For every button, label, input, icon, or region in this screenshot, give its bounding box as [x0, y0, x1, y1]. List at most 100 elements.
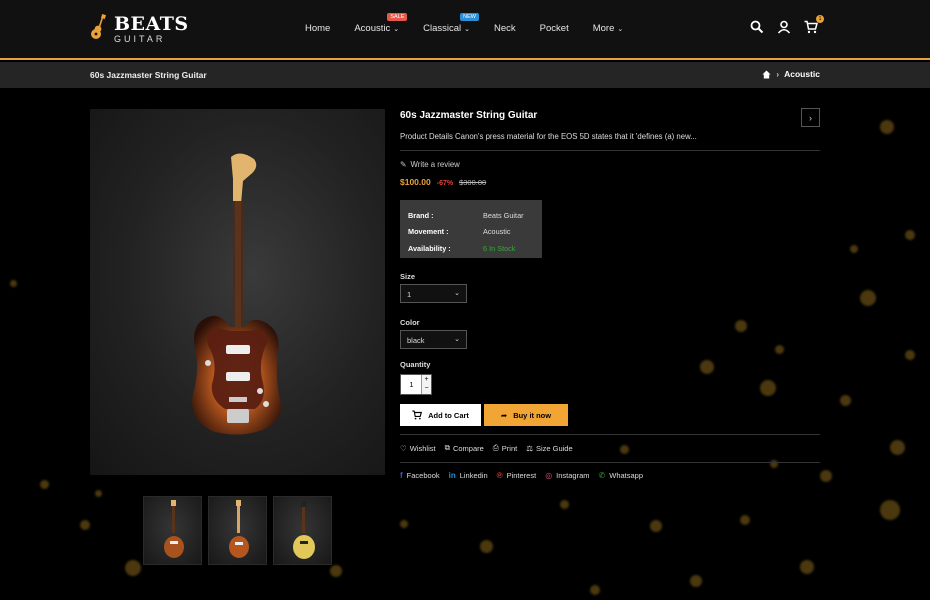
- sale-badge: Sale: [387, 13, 408, 21]
- buy-now-button[interactable]: ➦ Buy it now: [484, 404, 568, 426]
- product-details: 60s Jazzmaster String Guitar › Product D…: [400, 108, 820, 480]
- heart-icon: ♡: [400, 443, 407, 453]
- spec-row-movement: Movement : Acoustic: [408, 224, 534, 241]
- nav-home[interactable]: Home: [305, 23, 330, 34]
- next-product-button[interactable]: ›: [801, 108, 820, 127]
- electric-guitar-image: [192, 153, 281, 435]
- product-main-image[interactable]: [90, 109, 385, 475]
- thumbnail-3[interactable]: [273, 496, 332, 565]
- breadcrumb-bar: 60s Jazzmaster String Guitar › Acoustic: [0, 62, 930, 88]
- header-icons: 1: [750, 15, 824, 34]
- logo[interactable]: BEATS GUITAR: [88, 14, 189, 44]
- wishlist-label: Wishlist: [409, 443, 436, 453]
- guitar-logo-icon: [91, 14, 107, 39]
- share-facebook[interactable]: f Facebook: [400, 471, 440, 480]
- instagram-icon: ◎: [545, 471, 553, 480]
- facebook-label: Facebook: [406, 471, 440, 480]
- chevron-down-icon: ⌄: [454, 336, 460, 343]
- guitar-thumbnail-image: [164, 500, 184, 558]
- print-label: Print: [501, 443, 518, 453]
- color-select[interactable]: black ⌄: [400, 330, 467, 349]
- nav-pocket-label: Pocket: [539, 23, 569, 34]
- logo-title: BEATS: [114, 12, 189, 35]
- current-price: $100.00: [400, 177, 431, 187]
- whatsapp-icon: ✆: [598, 471, 606, 480]
- nav-pocket[interactable]: Pocket: [540, 23, 569, 34]
- color-label: Color: [400, 318, 420, 327]
- pencil-icon: ✎: [400, 160, 407, 169]
- main-nav: Home Sale Acoustic ⌄ New Classical ⌄ Nec…: [305, 13, 624, 34]
- divider: [400, 462, 820, 463]
- instagram-label: Instagram: [556, 471, 590, 480]
- quantity-stepper: 1 + −: [400, 374, 432, 395]
- price-row: $100.00 -67% $300.00: [400, 177, 820, 187]
- chevron-down-icon: ⌄: [454, 290, 460, 297]
- compare-button[interactable]: ⧉ Compare: [445, 443, 484, 453]
- nav-home-label: Home: [305, 23, 331, 34]
- nav-neck[interactable]: Neck: [494, 23, 516, 34]
- quantity-decrease-button[interactable]: −: [421, 384, 431, 394]
- add-to-cart-label: Add to Cart: [428, 410, 469, 420]
- spec-value: Acoustic: [483, 227, 511, 237]
- logo-subtitle: GUITAR: [114, 33, 166, 44]
- new-badge: New: [460, 13, 479, 21]
- nav-neck-label: Neck: [494, 23, 516, 34]
- wishlist-button[interactable]: ♡ Wishlist: [400, 443, 436, 453]
- quantity-label: Quantity: [400, 360, 431, 369]
- linkedin-label: Linkedin: [459, 471, 488, 480]
- spec-key: Brand :: [408, 210, 434, 220]
- ruler-icon: ⚖: [526, 443, 533, 453]
- product-title: 60s Jazzmaster String Guitar: [400, 110, 538, 121]
- nav-acoustic-label: Acoustic: [354, 23, 391, 34]
- divider: [400, 434, 820, 435]
- compare-icon: ⧉: [444, 443, 450, 452]
- share-instagram[interactable]: ◎ Instagram: [545, 471, 589, 480]
- search-icon[interactable]: [750, 20, 764, 34]
- thumbnail-2[interactable]: [208, 496, 267, 565]
- nav-classical[interactable]: New Classical ⌄: [423, 13, 479, 34]
- spec-box: Brand : Beats Guitar Movement : Acoustic…: [400, 200, 542, 258]
- printer-icon: ⎙: [492, 443, 499, 452]
- pinterest-icon: ℗: [496, 471, 503, 480]
- size-label: Size: [400, 272, 416, 281]
- cart-icon: [412, 410, 423, 420]
- breadcrumb: › Acoustic: [762, 69, 820, 79]
- spec-key: Movement :: [408, 227, 449, 237]
- spec-value: Beats Guitar: [483, 210, 524, 220]
- chevron-down-icon: ⌄: [393, 25, 400, 33]
- print-button[interactable]: ⎙ Print: [493, 443, 517, 453]
- spec-key: Availability :: [408, 243, 451, 253]
- home-icon[interactable]: [762, 69, 771, 79]
- size-guide-button[interactable]: ⚖ Size Guide: [526, 443, 572, 453]
- write-review-label: Write a review: [410, 160, 460, 169]
- buy-now-label: Buy it now: [513, 410, 552, 420]
- size-value: 1: [407, 290, 412, 299]
- product-description: Product Details Canon's press material f…: [400, 132, 697, 141]
- share-linkedin[interactable]: in Linkedin: [449, 471, 488, 480]
- discount-badge: -67%: [436, 180, 454, 187]
- size-select[interactable]: 1 ⌄: [400, 284, 467, 303]
- facebook-icon: f: [400, 471, 403, 480]
- old-price: $300.00: [459, 178, 487, 187]
- thumbnail-strip: [143, 496, 332, 565]
- share-arrow-icon: ➦: [500, 410, 508, 420]
- product-actions: ♡ Wishlist ⧉ Compare ⎙ Print ⚖ Size Guide: [400, 443, 573, 453]
- color-value: black: [407, 336, 425, 345]
- chevron-down-icon: ⌄: [617, 25, 624, 33]
- share-whatsapp[interactable]: ✆ Whatsapp: [599, 471, 643, 480]
- thumbnail-1[interactable]: [143, 496, 202, 565]
- whatsapp-label: Whatsapp: [609, 471, 644, 480]
- nav-acoustic[interactable]: Sale Acoustic ⌄: [354, 13, 408, 34]
- add-to-cart-button[interactable]: Add to Cart: [400, 404, 481, 426]
- share-pinterest[interactable]: ℗ Pinterest: [497, 471, 537, 480]
- stock-status: 6 In Stock: [483, 243, 516, 253]
- chevron-right-icon: ›: [776, 69, 780, 79]
- nav-classical-label: Classical: [423, 23, 462, 34]
- nav-more[interactable]: More ⌄: [593, 23, 624, 34]
- divider: [400, 150, 820, 151]
- breadcrumb-current[interactable]: Acoustic: [784, 69, 820, 79]
- quantity-input[interactable]: 1: [401, 375, 422, 394]
- user-icon[interactable]: [777, 20, 791, 34]
- write-review-link[interactable]: ✎ Write a review: [400, 160, 820, 169]
- cart-button[interactable]: 1: [804, 15, 824, 34]
